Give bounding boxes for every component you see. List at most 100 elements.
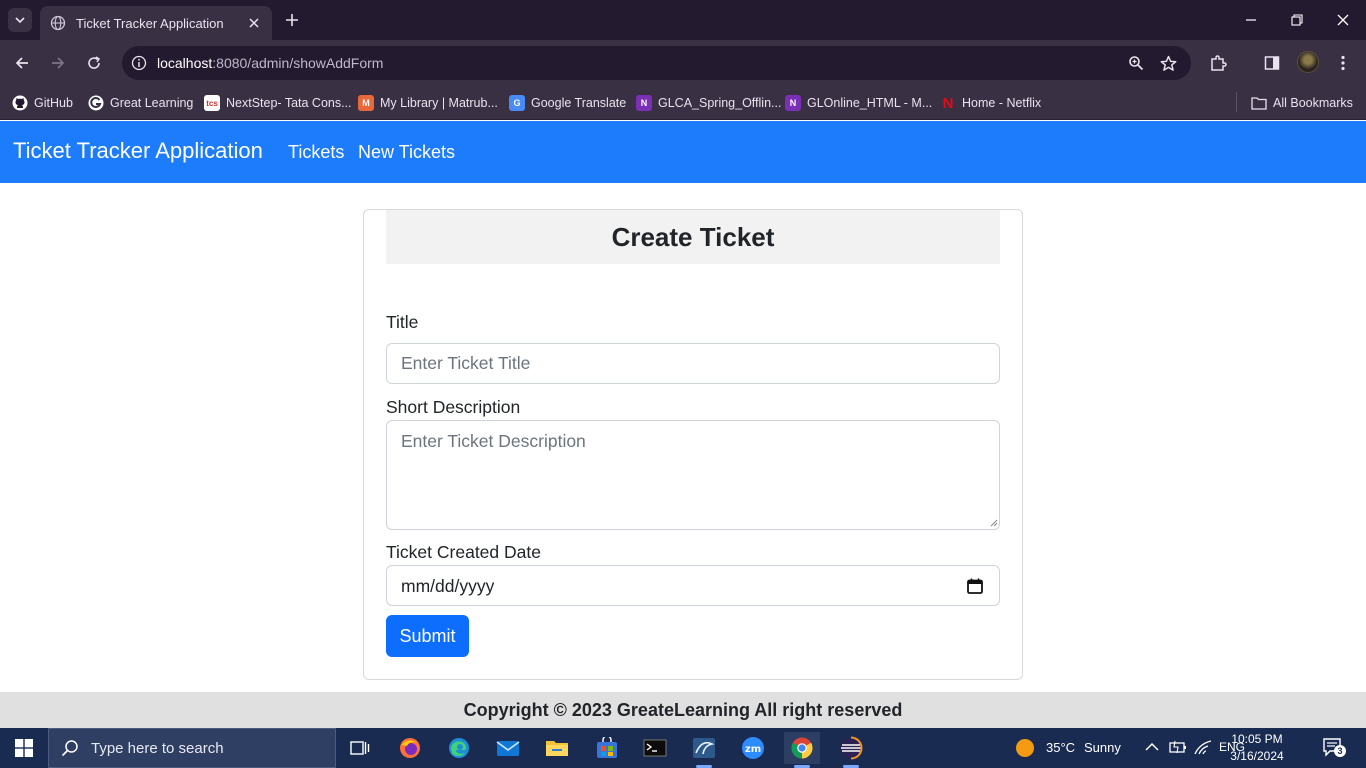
- back-arrow-icon: [15, 57, 28, 69]
- reload-button[interactable]: [82, 51, 106, 75]
- tcs-icon: tcs: [204, 95, 220, 111]
- app-navbar: Ticket Tracker Application Tickets New T…: [0, 121, 1366, 183]
- bookmark-label: NextStep- Tata Cons...: [226, 96, 352, 110]
- reload-icon: [88, 56, 101, 69]
- notification-count-badge: 3: [1334, 745, 1346, 757]
- taskbar-zoom[interactable]: zm: [735, 732, 771, 764]
- date-label: Ticket Created Date: [386, 542, 541, 562]
- form-heading: Create Ticket: [611, 221, 775, 252]
- minimize-icon: [1246, 19, 1256, 21]
- site-info-icon[interactable]: [129, 53, 149, 73]
- battery-icon[interactable]: [1169, 739, 1187, 755]
- bookmark-label: Great Learning: [110, 96, 194, 110]
- taskbar-mail[interactable]: [490, 732, 526, 764]
- create-ticket-card: Create Ticket Title Short Description Ti…: [363, 209, 1023, 680]
- globe-icon: [50, 15, 66, 31]
- bookmark-my-library[interactable]: M My Library | Matrub...: [358, 92, 498, 114]
- taskbar-firefox[interactable]: [392, 732, 428, 764]
- notification-center-button[interactable]: 3: [1322, 736, 1346, 758]
- taskbar-file-explorer[interactable]: [539, 732, 575, 764]
- bookmarks-separator: [1236, 92, 1237, 112]
- terminal-icon: [643, 739, 667, 757]
- mail-icon: [496, 741, 520, 756]
- calendar-icon[interactable]: [966, 577, 984, 595]
- tab-search-button[interactable]: [8, 8, 32, 32]
- title-label: Title: [386, 312, 419, 332]
- more-menu-icon[interactable]: [1331, 51, 1355, 75]
- bookmark-glca-spring[interactable]: N GLCA_Spring_Offlin...: [636, 92, 781, 114]
- taskbar-search-placeholder: Type here to search: [91, 739, 224, 757]
- chrome-icon: [791, 737, 813, 759]
- new-tab-button[interactable]: [282, 10, 302, 30]
- taskbar-clock[interactable]: 10:05 PM 3/16/2024: [1224, 731, 1290, 765]
- google-translate-icon: G: [509, 95, 525, 111]
- task-view-button[interactable]: [342, 732, 378, 764]
- date-input[interactable]: mm/dd/yyyy: [386, 565, 1000, 606]
- wifi-icon[interactable]: [1194, 739, 1212, 755]
- store-icon: [597, 737, 617, 758]
- taskbar-eclipse[interactable]: [833, 732, 869, 768]
- folder-icon: [1251, 95, 1267, 111]
- taskbar-terminal[interactable]: [637, 732, 673, 764]
- side-panel-icon[interactable]: [1260, 51, 1284, 75]
- url-path: :8080/admin/showAddForm: [212, 55, 384, 71]
- title-input[interactable]: [386, 343, 1000, 384]
- bookmark-github[interactable]: GitHub: [12, 92, 73, 114]
- back-button[interactable]: [10, 51, 34, 75]
- firefox-icon: [400, 738, 420, 758]
- address-bar[interactable]: localhost:8080/admin/showAddForm: [122, 46, 1191, 80]
- all-bookmarks-button[interactable]: All Bookmarks: [1251, 92, 1353, 114]
- onenote-icon: N: [636, 95, 652, 111]
- url-host: localhost: [157, 55, 213, 71]
- bookmark-label: My Library | Matrub...: [380, 96, 498, 110]
- active-tab[interactable]: Ticket Tracker Application: [40, 6, 272, 40]
- taskbar-edge[interactable]: [441, 732, 477, 764]
- taskbar-chrome[interactable]: [784, 732, 820, 768]
- bookmark-label: GLOnline_HTML - M...: [807, 96, 933, 110]
- tab-close-button[interactable]: [246, 15, 262, 31]
- close-window-button[interactable]: [1331, 8, 1355, 32]
- weather-desc[interactable]: Sunny: [1084, 740, 1121, 755]
- nav-link-tickets[interactable]: Tickets: [288, 142, 344, 163]
- zoom-icon: zm: [742, 737, 764, 759]
- navbar-brand[interactable]: Ticket Tracker Application: [13, 138, 263, 164]
- forward-arrow-icon: [52, 57, 65, 69]
- bookmark-label: GLCA_Spring_Offlin...: [658, 96, 782, 110]
- bookmark-great-learning[interactable]: Great Learning: [88, 92, 193, 114]
- description-textarea[interactable]: [386, 420, 1000, 530]
- profile-avatar[interactable]: [1297, 51, 1319, 73]
- extensions-icon[interactable]: [1206, 51, 1230, 75]
- windows-logo-icon: [15, 739, 33, 757]
- bookmark-glonline-html[interactable]: N GLOnline_HTML - M...: [785, 92, 932, 114]
- windows-taskbar: Type here to search zm 35°C Sunny ENG 10…: [0, 728, 1366, 768]
- close-icon: [249, 18, 259, 28]
- task-view-icon: [350, 741, 370, 755]
- bookmark-nextstep[interactable]: tcs NextStep- Tata Cons...: [204, 92, 352, 114]
- zoom-icon[interactable]: [1126, 53, 1146, 73]
- start-button[interactable]: [0, 728, 48, 768]
- submit-button[interactable]: Submit: [386, 615, 469, 657]
- weather-temp[interactable]: 35°C: [1046, 740, 1075, 755]
- clock-date: 3/16/2024: [1230, 749, 1284, 763]
- plus-icon: [286, 14, 298, 26]
- nav-link-new-tickets[interactable]: New Tickets: [358, 142, 455, 163]
- chevron-down-icon: [15, 17, 25, 24]
- weather-sun-icon[interactable]: [1015, 738, 1035, 758]
- bookmark-netflix[interactable]: N Home - Netflix: [940, 92, 1042, 114]
- resize-grip-icon[interactable]: [990, 519, 998, 527]
- close-icon: [1337, 14, 1349, 26]
- eclipse-icon: [840, 736, 863, 760]
- restore-button[interactable]: [1285, 8, 1309, 32]
- tray-overflow-chevron-icon[interactable]: [1145, 741, 1159, 753]
- bookmark-star-icon[interactable]: [1158, 53, 1178, 73]
- taskbar-mysql-workbench[interactable]: [686, 732, 722, 768]
- date-placeholder: mm/dd/yyyy: [401, 576, 495, 596]
- tab-title: Ticket Tracker Application: [76, 15, 224, 31]
- forward-button[interactable]: [46, 51, 70, 75]
- taskbar-store[interactable]: [589, 732, 625, 764]
- search-icon: [61, 740, 78, 757]
- copyright-text: Copyright © 2023 GreateLearning All righ…: [463, 699, 903, 720]
- minimize-button[interactable]: [1239, 8, 1263, 32]
- bookmark-google-translate[interactable]: G Google Translate: [509, 92, 626, 114]
- taskbar-search[interactable]: Type here to search: [48, 728, 336, 768]
